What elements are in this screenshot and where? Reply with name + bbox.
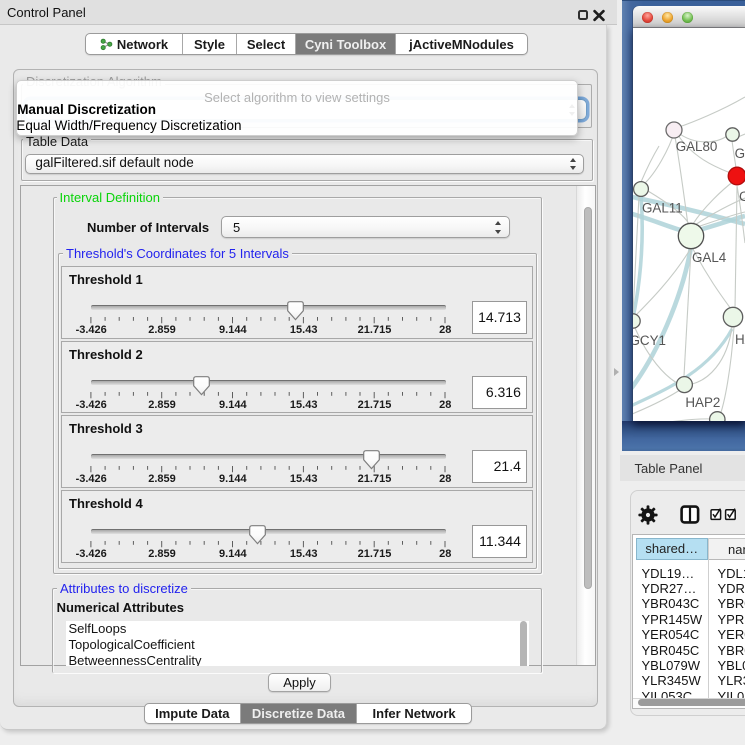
svg-text:HAP: HAP: [735, 332, 745, 347]
svg-text:HAP2: HAP2: [685, 395, 720, 410]
svg-text:GAL11: GAL11: [642, 201, 683, 216]
svg-text:GAL4: GAL4: [692, 250, 727, 265]
svg-text:GCY1: GCY1: [633, 333, 666, 348]
svg-text:CYC: CYC: [739, 189, 745, 204]
svg-text:GAL7: GAL7: [735, 146, 745, 161]
svg-text:GAL80: GAL80: [676, 139, 718, 154]
